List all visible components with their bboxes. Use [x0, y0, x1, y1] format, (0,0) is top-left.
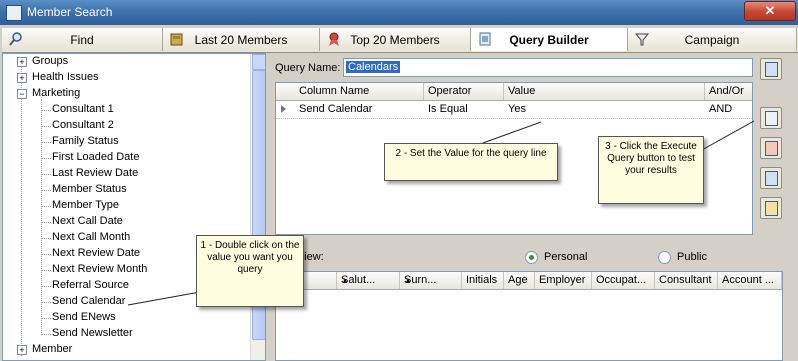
callout-step-1: 1 - Double click on the value you want y… — [196, 235, 304, 307]
callout-step-3: 3 - Click the Execute Query button to te… — [598, 136, 704, 204]
callout-text: 2 - Set the Value for the query line — [395, 148, 547, 159]
callout-step-2: 2 - Set the Value for the query line — [384, 143, 558, 181]
callout-text: 3 - Click the Execute Query button to te… — [605, 141, 697, 176]
callout-text: 1 - Double click on the value you want y… — [200, 240, 300, 275]
